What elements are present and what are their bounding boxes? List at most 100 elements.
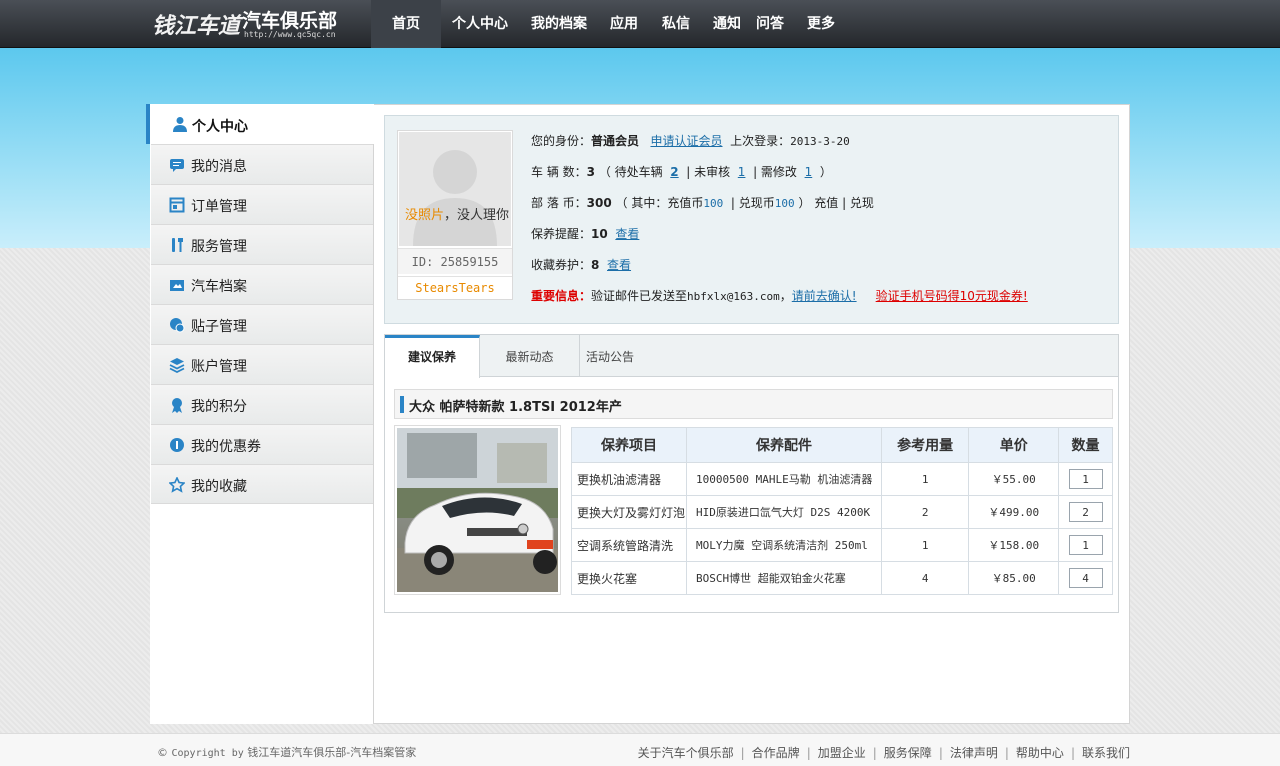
copyright-en: Copyright by [171, 748, 244, 759]
maintenance-part: 10000500 MAHLE马勒 机油滤清器 [685, 462, 882, 496]
sidebar-item-label: 贴子管理 [191, 319, 247, 335]
col-header-part: 保养配件 [685, 427, 882, 463]
sidebar-item-points[interactable]: 我的积分 [151, 384, 373, 424]
nav-my-profile[interactable]: 我的档案 [519, 0, 598, 48]
sidebar-item-favorites[interactable]: 我的收藏 [151, 464, 373, 504]
maintenance-price: ￥158.00 [968, 528, 1060, 562]
sidebar-item-posts[interactable]: 贴子管理 [151, 304, 373, 344]
sidebar-item-messages[interactable]: 我的消息 [151, 144, 373, 184]
top-navbar: 钱江车道 汽车俱乐部 http://www.qc5qc.cn 首页 个人中心 我… [0, 0, 1280, 48]
no-photo-label: 没照片 [405, 208, 445, 223]
maintenance-usage: 2 [880, 495, 970, 529]
important-label: 重要信息： [531, 289, 592, 303]
tab-latest-news[interactable]: 最新动态 [480, 335, 580, 377]
nav-home[interactable]: 首页 [371, 0, 441, 48]
sidebar-header[interactable]: 个人中心 [146, 104, 374, 144]
maintenance-item: 更换机油滤清器 [571, 462, 687, 496]
sidebar-item-orders[interactable]: 订单管理 [151, 184, 373, 224]
car-photo[interactable] [394, 425, 561, 595]
layers-icon [169, 358, 185, 373]
modify-vehicles-link[interactable]: 1 [805, 165, 813, 179]
qty-cell [1058, 462, 1113, 496]
footer-link-help[interactable]: 帮助中心 [1016, 746, 1064, 760]
avatar-card: 没照片，没人理你 ID: 25859155 StearsTears [397, 130, 513, 300]
nav-personal-center[interactable]: 个人中心 [441, 0, 519, 48]
favorites-label: 收藏券护： [531, 258, 592, 272]
table-row: 更换大灯及雾灯灯泡 HID原装进口氙气大灯 D2S 4200K 2 ￥499.0… [571, 495, 1113, 529]
site-logo[interactable]: 钱江车道 汽车俱乐部 http://www.qc5qc.cn [152, 6, 352, 44]
nav-more[interactable]: 更多 [795, 0, 847, 48]
logo-name: 汽车俱乐部 [242, 10, 338, 32]
footer-link-brands[interactable]: 合作品牌 [752, 746, 800, 760]
sidebar-item-coupons[interactable]: 我的优惠券 [151, 424, 373, 464]
favorites-view-link[interactable]: 查看 [607, 258, 631, 272]
nav-qa[interactable]: 问答 [749, 0, 795, 48]
sidebar-item-label: 我的优惠券 [191, 439, 261, 455]
title-accent-bar [400, 396, 404, 413]
footer: © Copyright by 钱江车道汽车俱乐部-汽车档案管家 关于汽车个俱乐部… [0, 733, 1280, 766]
tools-icon [172, 238, 183, 252]
car-image [397, 428, 558, 592]
tab-suggested-maintenance[interactable]: 建议保养 [385, 335, 480, 378]
footer-link-service[interactable]: 服务保障 [884, 746, 932, 760]
maintenance-item: 更换火花塞 [571, 561, 687, 595]
identity-label: 您的身份： [531, 134, 592, 148]
vehicles-detail: | 未审核 [686, 165, 731, 179]
maintenance-usage: 1 [880, 528, 970, 562]
maintenance-item: 更换大灯及雾灯灯泡 [571, 495, 687, 529]
favorites-value: 8 [591, 258, 600, 272]
col-header-qty: 数量 [1058, 427, 1113, 463]
maintenance-part: BOSCH博世 超能双铂金火花塞 [685, 561, 882, 595]
tab-announcements[interactable]: 活动公告 [580, 335, 640, 377]
sidebar-menu: 我的消息 订单管理 服务管理 汽车档案 贴子管理 账户管理 我的积分 我的优惠券… [151, 144, 373, 504]
copyright-cn: 钱江车道汽车俱乐部-汽车档案管家 [247, 746, 417, 759]
quantity-input[interactable] [1068, 502, 1103, 522]
divider: | [806, 746, 811, 760]
identity-value: 普通会员 [591, 134, 640, 148]
vehicles-detail: ） [819, 165, 832, 179]
qty-cell [1058, 495, 1113, 529]
footer-link-franchise[interactable]: 加盟企业 [818, 746, 866, 760]
nav-notifications[interactable]: 通知 [702, 0, 749, 48]
unreviewed-vehicles-link[interactable]: 1 [738, 165, 746, 179]
reminder-view-link[interactable]: 查看 [615, 227, 639, 241]
important-sep: ， [779, 289, 792, 303]
sidebar-item-label: 汽车档案 [191, 279, 247, 295]
apply-certification-link[interactable]: 申请认证会员 [650, 134, 722, 148]
avatar[interactable]: 没照片，没人理你 [399, 132, 511, 246]
nav-apps[interactable]: 应用 [598, 0, 650, 48]
user-id: ID: 25859155 [398, 248, 512, 274]
vehicles-count: 3 [586, 165, 595, 179]
footer-link-about[interactable]: 关于汽车个俱乐部 [638, 746, 734, 760]
coupon-icon [170, 438, 184, 452]
maintenance-part: HID原装进口氙气大灯 D2S 4200K [685, 495, 882, 529]
important-text: 验证邮件已发送至 [591, 289, 688, 303]
footer-link-legal[interactable]: 法律声明 [950, 746, 998, 760]
footer-link-contact[interactable]: 联系我们 [1082, 746, 1130, 760]
sidebar-item-account[interactable]: 账户管理 [151, 344, 373, 384]
quantity-input[interactable] [1068, 469, 1103, 489]
reminder-line: 保养提醒：10 查看 [531, 225, 639, 242]
car-file-icon [170, 280, 184, 291]
sidebar-item-car-archive[interactable]: 汽车档案 [151, 264, 373, 304]
verify-phone-link[interactable]: 验证手机号码得10元现金券! [876, 289, 1028, 303]
identity-line: 您的身份：普通会员 申请认证会员 上次登录：2013-3-20 [531, 132, 850, 149]
user-icon [173, 117, 187, 132]
divider: | [740, 746, 745, 760]
sidebar-item-services[interactable]: 服务管理 [151, 224, 373, 264]
quantity-input[interactable] [1068, 568, 1103, 588]
nav-messages[interactable]: 私信 [650, 0, 702, 48]
maintenance-item: 空调系统管路清洗 [571, 528, 687, 562]
confirm-email-link[interactable]: 请前去确认! [792, 289, 857, 303]
username[interactable]: StearsTears [398, 276, 512, 298]
main-nav: 首页 个人中心 我的档案 应用 私信 通知 问答 更多 [371, 0, 847, 48]
no-photo-caption: ，没人理你 [444, 208, 510, 223]
pending-vehicles-link[interactable]: 2 [670, 165, 678, 179]
coins-actions[interactable]: ） 充值 | 兑现 [798, 196, 874, 210]
quantity-input[interactable] [1068, 535, 1103, 555]
message-icon [170, 159, 184, 172]
maintenance-usage: 1 [880, 462, 970, 496]
logo-url: http://www.qc5qc.cn [244, 30, 336, 39]
table-row: 更换机油滤清器 10000500 MAHLE马勒 机油滤清器 1 ￥55.00 [571, 462, 1113, 496]
maintenance-part: MOLY力魔 空调系统清洁剂 250ml [685, 528, 882, 562]
